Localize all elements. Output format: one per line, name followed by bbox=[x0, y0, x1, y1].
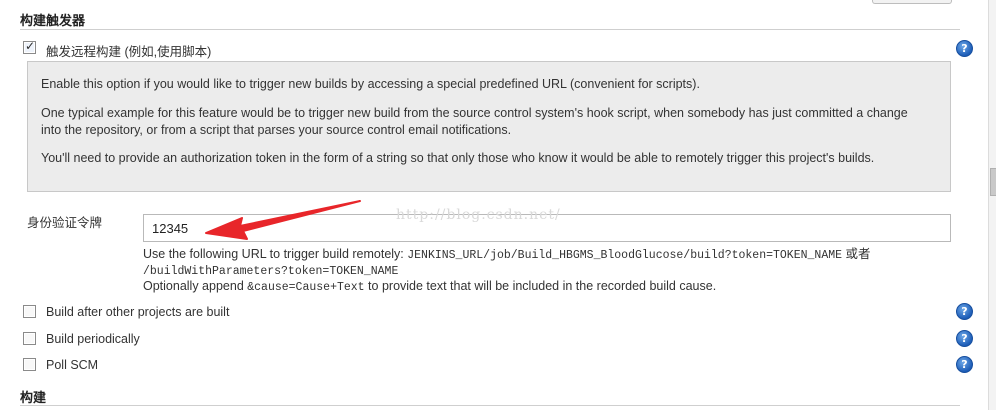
url-text-prefix: Use the following URL to trigger build r… bbox=[143, 247, 408, 261]
build-after-other-checkbox[interactable] bbox=[23, 305, 36, 318]
help-paragraph-1: Enable this option if you would like to … bbox=[41, 77, 700, 91]
cause-code: &cause=Cause+Text bbox=[247, 281, 365, 294]
append-text-prefix: Optionally append bbox=[143, 279, 248, 293]
vertical-scrollbar[interactable] bbox=[988, 0, 996, 410]
trigger-url-line-3: Optionally append &cause=Cause+Text to p… bbox=[143, 278, 716, 296]
url-or-text: 或者 bbox=[842, 247, 871, 261]
remote-trigger-checkbox[interactable]: ✓ bbox=[23, 39, 36, 54]
section-title-build-triggers: 构建触发器 bbox=[20, 13, 86, 28]
help-question-icon[interactable]: ? bbox=[956, 303, 973, 320]
help-paragraph-2: One typical example for this feature wou… bbox=[41, 106, 908, 137]
red-arrow-annotation bbox=[205, 200, 361, 240]
section-divider bbox=[20, 29, 960, 30]
append-text-suffix: to provide text that will be included in… bbox=[364, 279, 717, 293]
poll-scm-checkbox[interactable] bbox=[23, 358, 36, 371]
build-after-other-label: Build after other projects are built bbox=[46, 305, 230, 319]
section-title-build: 构建 bbox=[20, 390, 47, 405]
checkmark-icon: ✓ bbox=[25, 39, 36, 53]
help-question-icon[interactable]: ? bbox=[956, 356, 973, 373]
poll-scm-label: Poll SCM bbox=[46, 358, 99, 372]
help-paragraph-3: You'll need to provide an authorization … bbox=[41, 151, 875, 165]
help-question-icon[interactable]: ? bbox=[956, 330, 973, 347]
section-divider bbox=[20, 405, 960, 406]
scrollbar-thumb[interactable] bbox=[990, 168, 996, 196]
help-question-icon[interactable]: ? bbox=[956, 40, 973, 57]
remote-trigger-label: 触发远程构建 (例如,使用脚本) bbox=[46, 45, 212, 59]
remote-trigger-help-box: Enable this option if you would like to … bbox=[27, 61, 951, 192]
auth-token-label: 身份验证令牌 bbox=[27, 216, 103, 230]
build-periodically-label: Build periodically bbox=[46, 332, 140, 346]
url-code: JENKINS_URL/job/Build_HBGMS_BloodGlucose… bbox=[407, 249, 843, 262]
url-code-params: /buildWithParameters?token=TOKEN_NAME bbox=[143, 265, 399, 278]
build-periodically-checkbox[interactable] bbox=[23, 332, 36, 345]
watermark-text: http://blog.csdn.net/ bbox=[396, 207, 561, 223]
top-right-button-fragment[interactable] bbox=[872, 0, 952, 4]
